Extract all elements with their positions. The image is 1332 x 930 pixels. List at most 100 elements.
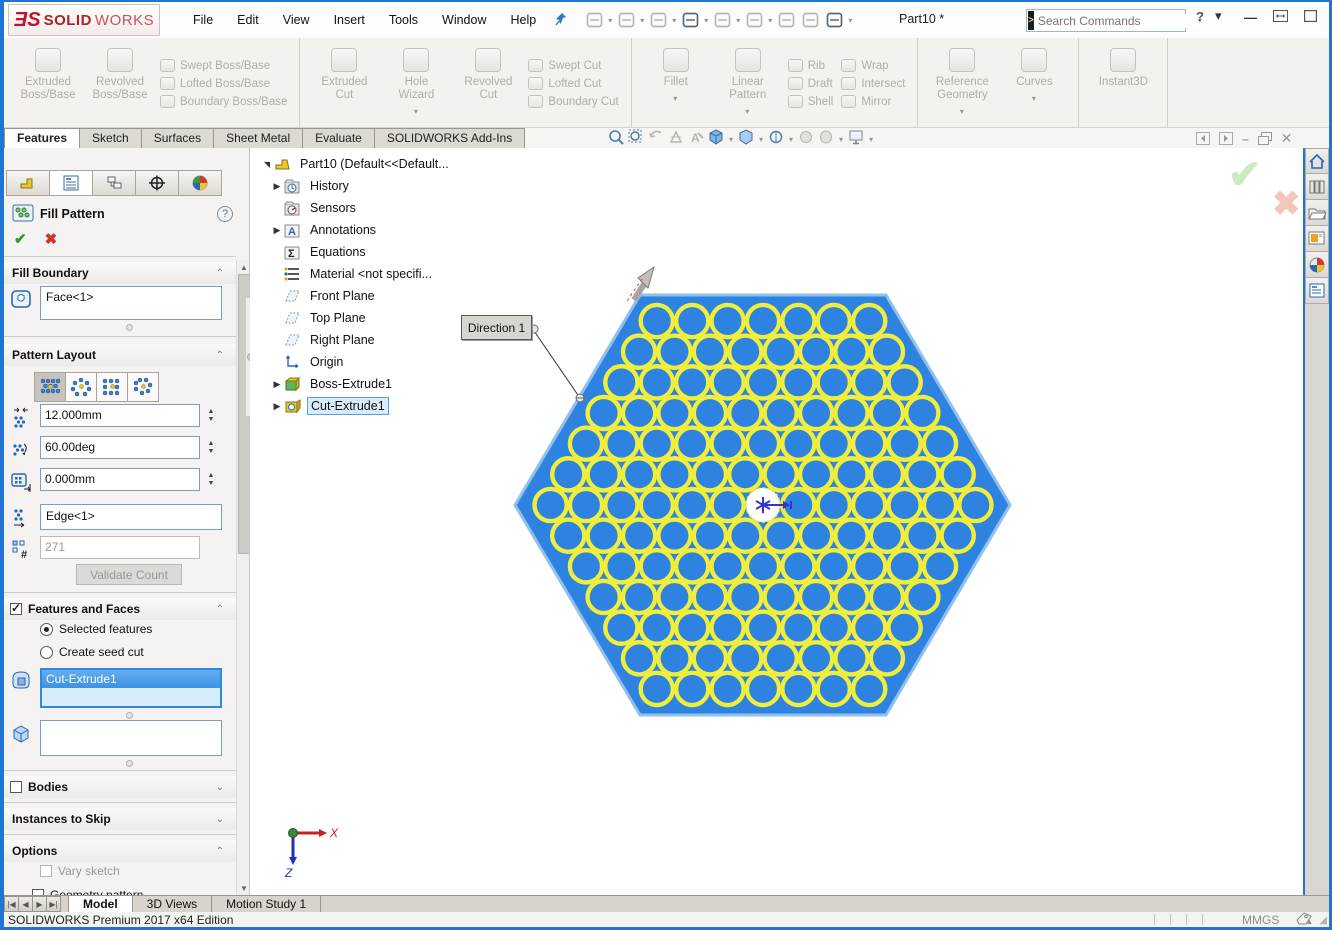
taskpane-view-palette-icon[interactable] [1305, 226, 1329, 252]
undo-dropdown-icon[interactable]: ▾ [736, 16, 740, 25]
spacing-field[interactable]: 12.000mm [40, 404, 200, 427]
doc-restore-icon[interactable] [1258, 132, 1272, 145]
zoom-fit-icon[interactable] [608, 129, 625, 149]
layout-perforation-button[interactable] [34, 372, 66, 402]
print-icon[interactable] [679, 9, 702, 31]
section-instances-to-skip[interactable]: Instances to Skip⌄ [4, 808, 236, 830]
open-icon[interactable] [615, 9, 638, 31]
tab-features[interactable]: Features [4, 128, 80, 148]
tree-item-equations[interactable]: ΣEquations [260, 241, 452, 263]
help-button[interactable]: ? [1196, 9, 1204, 24]
tree-root-part10[interactable]: ◥Part10 (Default<<Default... [260, 153, 452, 175]
options-gear-icon[interactable] [823, 9, 846, 31]
collapse-arrow-icon[interactable]: ◥ [260, 160, 274, 169]
nav-next-icon[interactable]: ▶ [32, 896, 47, 912]
taskpane-file-explorer-icon[interactable] [1305, 200, 1329, 226]
tree-item-top-plane[interactable]: Top Plane [260, 307, 452, 329]
margins-field[interactable]: 0.000mm [40, 468, 200, 491]
tab-display-manager[interactable] [178, 170, 222, 196]
cancel-pm-button[interactable]: ✖ [45, 230, 58, 248]
menu-help[interactable]: Help [500, 9, 548, 31]
extruded-cut-button[interactable]: ExtrudedCut [308, 42, 380, 125]
margins-spinner[interactable]: ▲▼ [204, 468, 218, 491]
swept-boss-base-button[interactable]: Swept Boss/Base [160, 59, 287, 72]
tab-dimxpert-manager[interactable] [135, 170, 179, 196]
intersect-button[interactable]: Intersect [841, 77, 905, 90]
nav-prev-icon[interactable]: ◀ [18, 896, 33, 912]
confirm-corner-ok-icon[interactable]: ✔ [1228, 152, 1262, 198]
taskpane-home-icon[interactable] [1305, 148, 1329, 174]
extruded-boss-button[interactable]: ExtrudedBoss/Base [12, 42, 84, 125]
menu-insert[interactable]: Insert [323, 9, 376, 31]
layout-circular-button[interactable] [65, 372, 97, 402]
rib-button[interactable]: Rib [788, 59, 834, 72]
scroll-up-icon[interactable]: ▲ [237, 260, 250, 274]
apply-scene-icon[interactable] [818, 129, 835, 149]
tree-item-right-plane[interactable]: Right Plane [260, 329, 452, 351]
resize-handle[interactable] [126, 712, 133, 719]
options-gear-dropdown-icon[interactable]: ▾ [848, 16, 852, 25]
section-features-and-faces[interactable]: Features and Faces⌃ [4, 598, 236, 620]
xpert-toggle-icon[interactable] [775, 9, 798, 31]
tab-property-manager[interactable] [49, 170, 93, 196]
spacing-spinner[interactable]: ▲▼ [204, 404, 218, 427]
search-commands-box[interactable]: > ▾ [1026, 9, 1186, 32]
zoom-area-icon[interactable] [628, 129, 645, 149]
wrap-button[interactable]: Wrap [841, 59, 905, 72]
bottom-tab-3d-views[interactable]: 3D Views [133, 896, 212, 912]
tab-sheet-metal[interactable]: Sheet Metal [213, 128, 303, 148]
pattern-direction-selection[interactable]: Edge<1> [40, 504, 222, 530]
help-dropdown-icon[interactable]: ▾ [1215, 8, 1222, 24]
new-document-icon[interactable] [583, 9, 606, 31]
resize-grip[interactable]: ◢ [1319, 915, 1327, 926]
display-style-icon[interactable] [738, 129, 755, 149]
taskpane-design-library-icon[interactable] [1305, 174, 1329, 200]
previous-view-icon[interactable] [648, 129, 665, 149]
layout-polygon-button[interactable] [127, 372, 159, 402]
graphics-viewport[interactable]: XZ ◥Part10 (Default<<Default...▶HistoryS… [250, 148, 1303, 895]
view-orientation-dropdown-icon[interactable]: ▾ [729, 135, 733, 144]
tree-item-annotations[interactable]: ▶AAnnotations [260, 219, 452, 241]
features-to-pattern-list[interactable]: Cut-Extrude1 [40, 668, 222, 708]
revolved-cut-button[interactable]: RevolvedCut [452, 42, 524, 125]
linear-pattern-button[interactable]: LinearPattern▾ [712, 42, 784, 125]
resize-handle[interactable] [126, 324, 133, 331]
expand-arrow-icon[interactable]: ▶ [270, 379, 284, 390]
expand-arrow-icon[interactable]: ▶ [270, 401, 284, 412]
tab-solidworks-add-ins[interactable]: SOLIDWORKS Add-Ins [374, 128, 525, 148]
bottom-tab-model[interactable]: Model [68, 896, 133, 912]
features-faces-checkbox[interactable] [10, 603, 22, 615]
save-dropdown-icon[interactable]: ▾ [672, 16, 676, 25]
edit-appearance-icon[interactable] [798, 129, 815, 149]
pin-menu-icon[interactable] [555, 12, 569, 29]
menu-edit[interactable]: Edit [226, 9, 270, 31]
tab-sketch[interactable]: Sketch [79, 128, 142, 148]
resize-handle[interactable] [126, 760, 133, 767]
tab-feature-manager[interactable] [6, 170, 50, 196]
collapse-left-pane-icon[interactable] [1196, 132, 1210, 145]
tree-item-sensors[interactable]: Sensors [260, 197, 452, 219]
tree-item-material-not-specifi[interactable]: Material <not specifi... [260, 263, 452, 285]
instant3d-button[interactable]: Instant3D [1087, 42, 1159, 125]
taskpane-custom-properties-icon[interactable] [1305, 278, 1329, 304]
view-settings-dropdown-icon[interactable]: ▾ [869, 135, 873, 144]
expand-arrow-icon[interactable]: ▶ [270, 225, 284, 236]
menu-view[interactable]: View [272, 9, 321, 31]
geometry-pattern-checkbox[interactable]: Geometry pattern [32, 888, 143, 895]
section-view-icon[interactable] [668, 129, 685, 149]
bodies-checkbox[interactable] [10, 781, 22, 793]
boundary-cut-button[interactable]: Boundary Cut [528, 95, 618, 108]
shell-button[interactable]: Shell [788, 95, 834, 108]
draft-button[interactable]: Draft [788, 77, 834, 90]
menu-tools[interactable]: Tools [378, 9, 429, 31]
open-dropdown-icon[interactable]: ▾ [640, 16, 644, 25]
section-bodies[interactable]: Bodies⌄ [4, 776, 236, 798]
display-style-dropdown-icon[interactable]: ▾ [759, 135, 763, 144]
doc-close-icon[interactable]: ✕ [1281, 130, 1293, 147]
select-icon[interactable] [743, 9, 766, 31]
help-icon[interactable]: ? [217, 206, 233, 222]
panes-button[interactable] [1273, 10, 1288, 25]
hide-show-items-dropdown-icon[interactable]: ▾ [789, 135, 793, 144]
nav-last-icon[interactable]: ▶| [46, 896, 61, 912]
nav-first-icon[interactable]: |◀ [4, 896, 19, 912]
